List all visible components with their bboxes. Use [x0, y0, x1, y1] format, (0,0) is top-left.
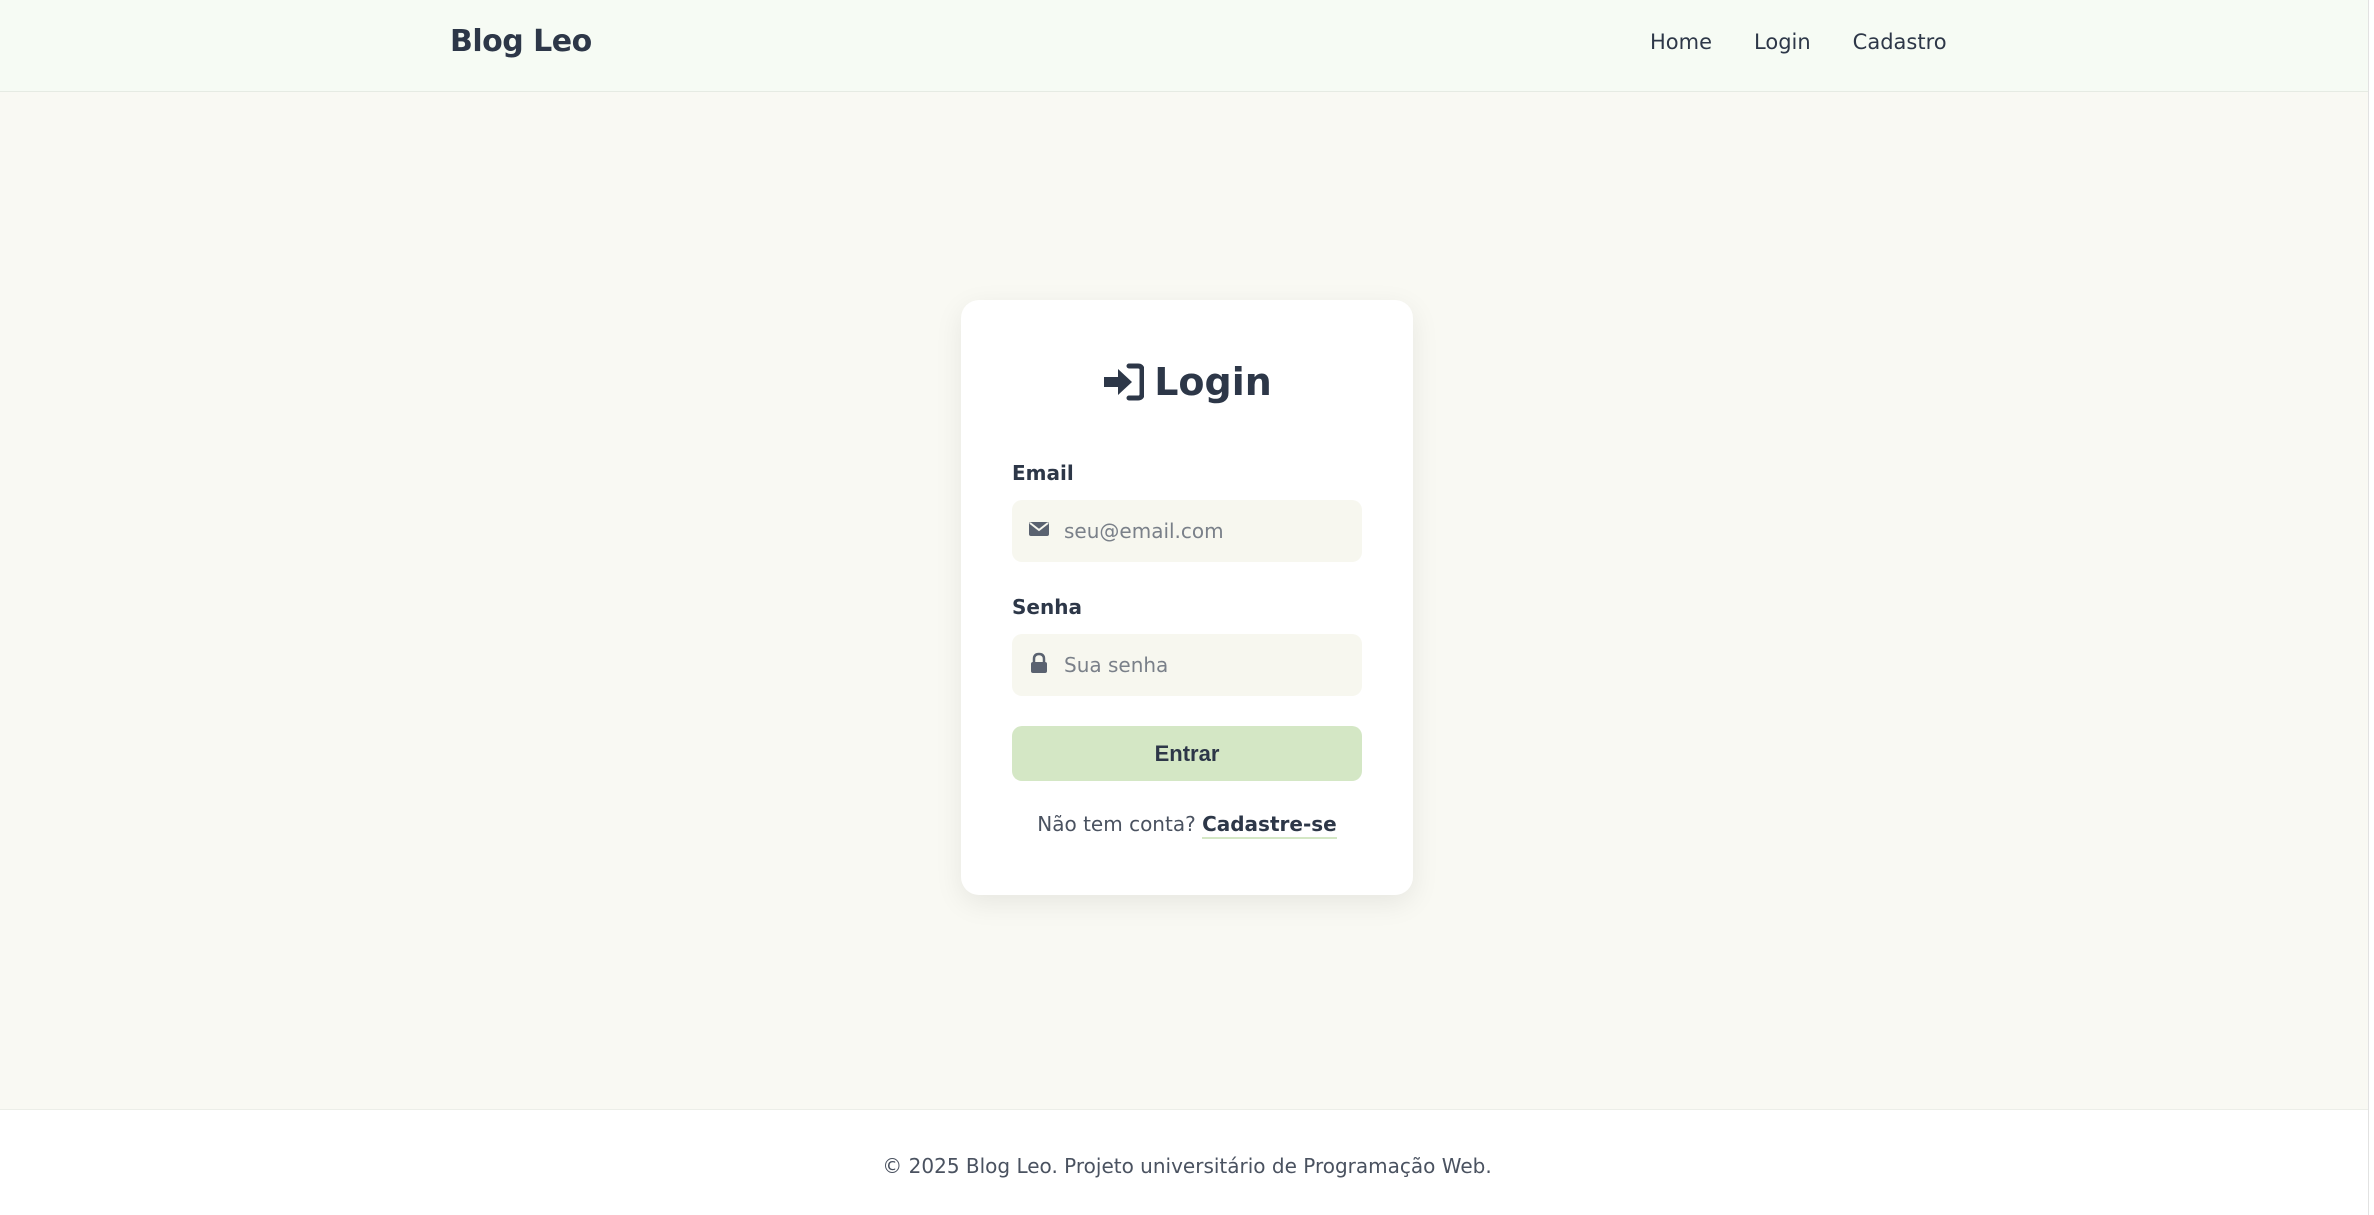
signup-prompt-row: Não tem conta? Cadastre-se [961, 812, 1413, 839]
login-card: Login Email Senha Entrar Não tem conta? … [961, 300, 1413, 895]
footer: © 2025 Blog Leo. Projeto universitário d… [0, 1109, 2374, 1215]
login-submit-button[interactable]: Entrar [1012, 726, 1362, 781]
envelope-icon [1029, 522, 1049, 536]
window-scrollbar[interactable] [2368, 0, 2374, 1215]
email-label: Email [1012, 461, 1074, 485]
navbar: Blog Leo Home Login Cadastro [0, 0, 2374, 92]
nav-link-cadastro[interactable]: Cadastro [1853, 30, 1947, 54]
signup-prompt-text: Não tem conta? [1037, 812, 1196, 836]
lock-icon [1031, 652, 1047, 673]
password-input[interactable] [1064, 634, 1354, 696]
login-title-text: Login [1154, 360, 1272, 404]
nav-link-home[interactable]: Home [1650, 30, 1712, 54]
nav-links: Home Login Cadastro [1650, 30, 1947, 54]
brand-logo-link[interactable]: Blog Leo [450, 24, 592, 59]
footer-copyright: © 2025 Blog Leo. Projeto universitário d… [882, 1154, 1492, 1178]
sign-in-icon [1104, 363, 1145, 401]
password-field-container [1012, 634, 1362, 696]
signup-link[interactable]: Cadastre-se [1202, 812, 1337, 839]
email-input[interactable] [1064, 500, 1354, 562]
password-label: Senha [1012, 595, 1082, 619]
main-content: Login Email Senha Entrar Não tem conta? … [0, 93, 2374, 1109]
email-field-container [1012, 500, 1362, 562]
login-title: Login [961, 360, 1413, 404]
nav-link-login[interactable]: Login [1754, 30, 1811, 54]
